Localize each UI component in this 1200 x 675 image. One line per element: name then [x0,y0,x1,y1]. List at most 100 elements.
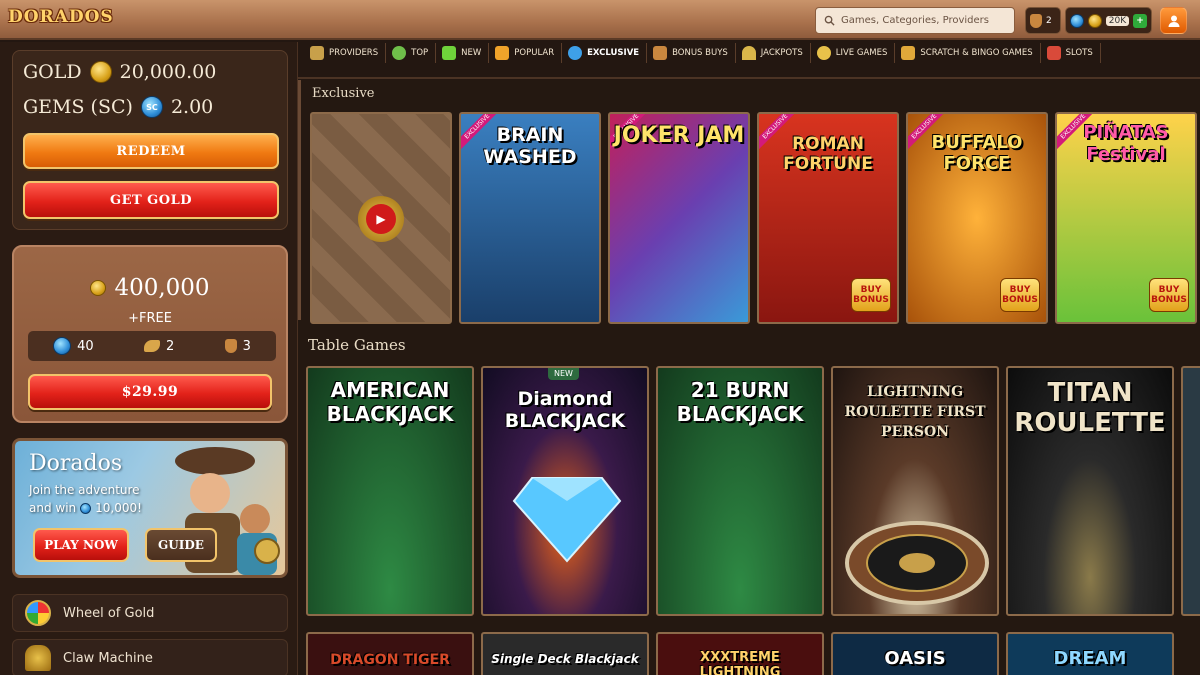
game-tile-oasis[interactable]: OASIS [831,632,999,675]
bag-icon [1030,13,1042,28]
promo-banner: Dorados Join the adventure and win 10,00… [12,438,288,578]
tab-label: Slots [1065,48,1093,58]
bag-tab-icon [653,46,668,60]
top-bar: DORADOS Games, Categories, Providers 2 2… [0,0,1200,40]
tab-live-games[interactable]: Live Games [811,43,896,63]
get-gold-button[interactable]: GET GOLD [23,181,279,219]
roulette-wheel-icon [845,521,989,605]
promo-line1: Join the adventure [29,483,140,497]
balance-panel: GOLD 20,000.00 GEMS (SC) SC 2.00 REDEEM … [12,50,288,230]
redeem-button[interactable]: REDEEM [23,133,279,169]
game-tile-american-blackjack[interactable]: AMERICAN BLACKJACK [306,366,474,616]
offer-amount-value: 400,000 [114,275,210,301]
play-video-icon: ▶ [358,196,404,242]
horn-icon [143,340,160,352]
add-funds-button[interactable]: + [1133,13,1148,28]
game-title: BRAIN WASHED [483,124,577,168]
offer-gem-icon [53,337,72,355]
game-tile-lightning-roulette[interactable]: LIGHTNING ROULETTE FIRST PERSON [831,366,999,616]
tab-slots[interactable]: Slots [1041,43,1101,63]
tab-bonus-buys[interactable]: Bonus Buys [647,43,736,63]
tab-label: Popular [514,48,555,58]
offer-amount: 400,000 [14,275,286,301]
gold-value: 20,000.00 [119,61,217,83]
bingo-card-icon [901,46,916,60]
sidebar: GOLD 20,000.00 GEMS (SC) SC 2.00 REDEEM … [0,42,298,675]
search-input[interactable]: Games, Categories, Providers [815,7,1015,34]
game-tile-21-burn-blackjack[interactable]: 21 BURN BLACKJACK [656,366,824,616]
game-title: Diamond BLACKJACK [504,388,626,432]
exclusive-row: ▶ EXCLUSIVE BRAIN WASHED EXCLUSIVE JOKER… [310,112,1197,324]
gem-icon [1070,13,1084,28]
gems-label: GEMS (SC) [23,96,133,118]
new-badge: NEW [548,368,579,380]
game-title: Single Deck Blackjack [491,652,639,666]
game-tile-buffalo-force[interactable]: EXCLUSIVE BUFFALO FORCE BUY BONUS [906,112,1048,324]
game-title: ROMAN FORTUNE [783,134,873,174]
bag-icon [224,339,237,353]
main-scrollbar[interactable] [298,80,301,320]
tab-label: New [461,48,482,58]
game-tile-titan-roulette[interactable]: TITAN ROULETTE [1006,366,1174,616]
main-content: Exclusive ▶ EXCLUSIVE BRAIN WASHED EXCLU… [298,80,1200,675]
tab-label: Top [411,48,429,58]
game-tile-xxxtreme-lightning[interactable]: XXXTREME LIGHTNING [656,632,824,675]
promo-gem-icon [80,502,92,514]
tab-top[interactable]: Top [386,43,437,63]
game-tile-pinatas-festival[interactable]: EXCLUSIVE PIÑATAS Festival BUY BONUS [1055,112,1197,324]
gold-offer-card[interactable]: 400,000 +FREE 40 2 3 $29.99 [12,245,288,423]
game-tile-brain-washed[interactable]: EXCLUSIVE BRAIN WASHED [459,112,601,324]
play-now-button[interactable]: PLAY NOW [33,528,129,562]
guide-button[interactable]: GUIDE [145,528,217,562]
slots-icon [1046,46,1061,60]
game-title: XXXTREME LIGHTNING [699,650,781,675]
tab-label: Exclusive [587,48,640,58]
offer-free-label: +FREE [128,311,172,326]
game-title: LIGHTNING ROULETTE FIRST PERSON [844,384,986,440]
currency-toggle[interactable]: 20K + [1065,7,1152,34]
promo-text: Join the adventure and win 10,000! [29,481,169,517]
tab-exclusive[interactable]: Exclusive [562,43,648,63]
tab-label: Bonus Buys [672,48,728,58]
tab-providers[interactable]: Providers [304,43,387,63]
game-title: 21 BURN BLACKJACK [676,378,804,426]
logo[interactable]: DORADOS [8,7,114,27]
game-tile-dream[interactable]: DREAM [1006,632,1174,675]
gem-sc-icon: SC [140,96,163,118]
tab-new[interactable]: New [436,43,490,63]
coins-short: 20K [1105,15,1130,26]
offer-coin-icon [90,280,107,296]
buy-offer-button[interactable]: $29.99 [28,374,272,410]
offer-item3: 3 [224,339,251,354]
game-tile-dragon-tiger[interactable]: DRAGON TIGER [306,632,474,675]
game-title: TITAN ROULETTE [1014,378,1166,438]
game-tile-video[interactable]: ▶ [310,112,452,324]
section-title-table-games: Table Games [308,336,406,354]
sidebar-item-claw-machine[interactable]: Claw Machine [12,639,288,675]
tab-popular[interactable]: Popular [489,43,563,63]
tab-scratch-bingo[interactable]: Scratch & Bingo Games [895,43,1041,63]
game-title: AMERICAN BLACKJACK [326,378,454,426]
game-tile-single-deck-blackjack[interactable]: Single Deck Blackjack [481,632,649,675]
buy-bonus-badge: BUY BONUS [1000,278,1040,312]
table-games-row: AMERICAN BLACKJACK NEW Diamond BLACKJACK… [306,366,1200,616]
offer-gems: 40 [53,337,94,355]
profile-button[interactable] [1160,7,1187,34]
gems-balance: GEMS (SC) SC 2.00 [23,96,213,118]
promo-line2-text: and win [29,501,77,515]
game-tile-roman-fortune[interactable]: EXCLUSIVE ROMAN FORTUNE BUY BONUS [757,112,899,324]
gold-balance: GOLD 20,000.00 [23,61,216,83]
diamond-icon [512,477,622,563]
gem-tab-icon [568,46,583,60]
tab-label: Live Games [835,48,888,58]
game-tile-diamond-blackjack[interactable]: NEW Diamond BLACKJACK [481,366,649,616]
tab-label: Jackpots [760,48,803,58]
sidebar-item-wheel-of-gold[interactable]: Wheel of Gold [12,594,288,632]
bag-button[interactable]: 2 [1025,7,1061,34]
sun-icon [816,46,831,60]
buy-bonus-badge: BUY BONUS [1149,278,1189,312]
tab-jackpots[interactable]: Jackpots [736,43,811,63]
game-tile-joker-jam[interactable]: EXCLUSIVE JOKER JAM [608,112,750,324]
game-title: DRAGON TIGER [330,652,450,668]
game-tile-partial[interactable] [1181,366,1200,616]
